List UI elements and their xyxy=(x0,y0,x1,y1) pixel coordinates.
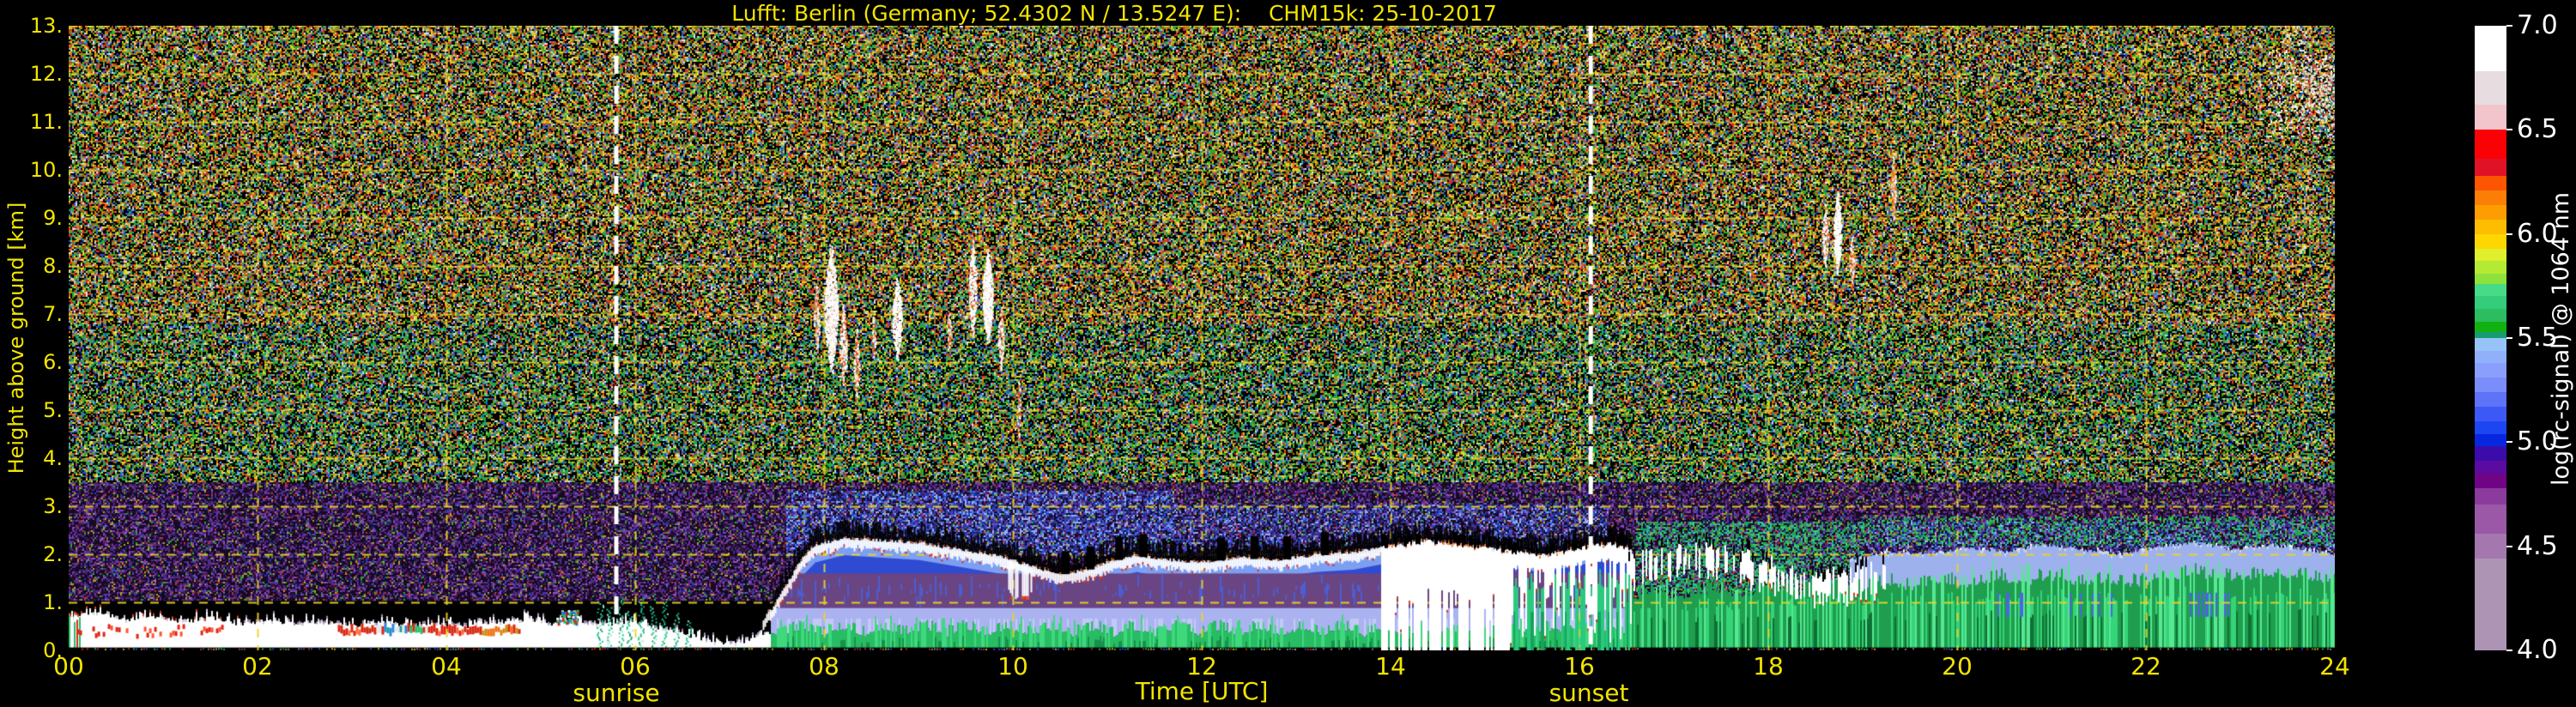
colorbar-segment xyxy=(2475,446,2506,462)
colorbar-segment xyxy=(2475,331,2506,338)
y-tick-label: 5. xyxy=(43,398,63,422)
colorbar-segment xyxy=(2475,26,2506,72)
colorbar-segment xyxy=(2475,321,2506,332)
x-tick-label: 02 xyxy=(242,652,273,680)
x-tick-label: 12 xyxy=(1186,652,1217,680)
x-tick-label: 16 xyxy=(1564,652,1595,680)
colorbar-segment xyxy=(2475,130,2506,160)
y-tick-label: 6. xyxy=(43,350,63,374)
colorbar-segment xyxy=(2475,473,2506,488)
colorbar-tick-mark xyxy=(2506,545,2512,547)
plot-title: Lufft: Berlin (Germany; 52.4302 N / 13.5… xyxy=(731,1,1497,26)
y-tick-label: 2. xyxy=(43,542,63,566)
x-tick-label: 00 xyxy=(53,652,84,680)
x-tick-label: 24 xyxy=(2319,652,2350,680)
x-tick-label: 14 xyxy=(1375,652,1406,680)
colorbar-segment xyxy=(2475,392,2506,408)
y-tick-label: 1. xyxy=(43,590,63,614)
x-tick-label: 10 xyxy=(997,652,1028,680)
colorbar-segment xyxy=(2475,175,2506,190)
x-tick-label: 22 xyxy=(2131,652,2161,680)
colorbar-tick-mark xyxy=(2506,25,2512,27)
y-tick-label: 12. xyxy=(29,62,63,86)
colorbar-tick-mark xyxy=(2506,441,2512,444)
colorbar-segment xyxy=(2475,219,2506,234)
x-tick-label: 04 xyxy=(431,652,462,680)
colorbar-segment xyxy=(2475,534,2506,559)
colorbar-segment xyxy=(2475,273,2506,284)
x-tick-label: 20 xyxy=(1942,652,1973,680)
colorbar-segment xyxy=(2475,421,2506,434)
colorbar-segment xyxy=(2475,309,2506,322)
colorbar-segment xyxy=(2475,350,2506,364)
x-tick-label: 08 xyxy=(809,652,839,680)
sunset-label: sunset xyxy=(1549,679,1629,707)
y-tick-label: 3. xyxy=(43,494,63,518)
colorbar-segment xyxy=(2475,487,2506,505)
colorbar-segment xyxy=(2475,505,2506,535)
colorbar-segment xyxy=(2475,204,2506,220)
y-tick-label: 9. xyxy=(43,206,63,230)
colorbar-segment xyxy=(2475,190,2506,205)
colorbar-segment xyxy=(2475,559,2506,650)
colorbar-segment xyxy=(2475,233,2506,249)
x-tick-label: 18 xyxy=(1753,652,1784,680)
colorbar xyxy=(2475,26,2506,650)
colorbar-segment xyxy=(2475,283,2506,297)
y-tick-label: 10. xyxy=(29,158,63,182)
x-axis-label: Time [UTC] xyxy=(1135,677,1269,705)
sunrise-label: sunrise xyxy=(573,679,660,707)
colorbar-segment xyxy=(2475,248,2506,262)
colorbar-segment xyxy=(2475,433,2506,447)
ceilometer-quicklook: Lufft: Berlin (Germany; 52.4302 N / 13.5… xyxy=(0,0,2576,707)
y-tick-label: 7. xyxy=(43,302,63,326)
colorbar-segment xyxy=(2475,261,2506,274)
colorbar-tick-mark xyxy=(2506,129,2512,131)
y-tick-label: 11. xyxy=(29,110,63,134)
y-tick-label: 13. xyxy=(29,14,63,38)
colorbar-tick-mark xyxy=(2506,337,2512,339)
colorbar-tick-label: 4.0 xyxy=(2517,635,2558,665)
colorbar-segment xyxy=(2475,338,2506,351)
colorbar-segment xyxy=(2475,407,2506,422)
colorbar-segment xyxy=(2475,461,2506,474)
colorbar-tick-mark xyxy=(2506,650,2512,651)
colorbar-tick-mark xyxy=(2506,233,2512,235)
colorbar-segment xyxy=(2475,296,2506,309)
y-tick-label: 4. xyxy=(43,446,63,470)
colorbar-segment xyxy=(2475,378,2506,393)
colorbar-segment xyxy=(2475,159,2506,176)
colorbar-tick-label: 7.0 xyxy=(2517,10,2558,40)
x-tick-label: 06 xyxy=(620,652,651,680)
backscatter-heatmap-canvas xyxy=(69,26,2335,650)
colorbar-segment xyxy=(2475,363,2506,378)
y-tick-label: 8. xyxy=(43,254,63,278)
colorbar-segment xyxy=(2475,105,2506,130)
colorbar-segment xyxy=(2475,71,2506,106)
colorbar-title: log(rc-signal) @ 1064 nm xyxy=(2548,191,2574,486)
y-axis-label: Height above ground [km] xyxy=(4,202,28,474)
